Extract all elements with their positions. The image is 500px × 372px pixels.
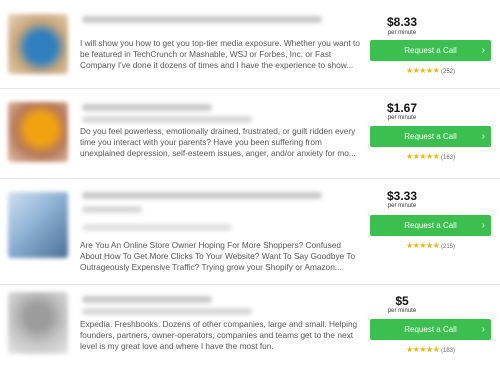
expert-subtitle-placeholder xyxy=(82,206,142,213)
expert-avatar[interactable] xyxy=(8,102,68,162)
chevron-right-icon: › xyxy=(481,324,485,335)
chevron-right-icon: › xyxy=(481,131,485,142)
request-call-button[interactable]: Request a Call › xyxy=(370,40,491,61)
expert-subtitle-placeholder xyxy=(82,116,252,123)
rating: ★★★★★ (252) xyxy=(370,66,491,75)
review-count: (183) xyxy=(441,348,456,354)
listing-row: Are You An Online Store Owner Hoping For… xyxy=(0,178,500,285)
chevron-right-icon: › xyxy=(481,220,485,231)
listing-row: I will show you how to get you top-tier … xyxy=(0,0,500,89)
price-unit: per minute xyxy=(387,203,417,209)
expert-tags-placeholder xyxy=(82,224,232,231)
expert-name-placeholder xyxy=(82,296,212,303)
review-count: (252) xyxy=(441,69,456,75)
price: $8.33 xyxy=(386,15,418,29)
listing-description: Expedia. Freshbooks. Dozens of other com… xyxy=(80,319,358,351)
request-call-label: Request a Call xyxy=(404,325,457,334)
listing-description: Are You An Online Store Owner Hoping For… xyxy=(80,240,356,272)
listing-row: Expedia. Freshbooks. Dozens of other com… xyxy=(0,284,500,372)
request-call-label: Request a Call xyxy=(404,46,457,55)
expert-avatar[interactable] xyxy=(8,192,68,258)
review-count: (163) xyxy=(441,155,456,161)
request-call-label: Request a Call xyxy=(404,221,457,230)
request-call-button[interactable]: Request a Call › xyxy=(370,319,491,340)
listing-description: I will show you how to get you top-tier … xyxy=(80,38,360,70)
review-count: (215) xyxy=(441,244,456,250)
request-call-button[interactable]: Request a Call › xyxy=(370,215,491,236)
chevron-right-icon: › xyxy=(481,45,485,56)
expert-avatar[interactable] xyxy=(8,14,68,74)
star-rating-icon: ★★★★★ xyxy=(405,66,440,75)
price: $1.67 xyxy=(386,101,418,115)
expert-name-placeholder xyxy=(82,104,212,111)
price-unit: per minute xyxy=(387,308,417,314)
rating: ★★★★★ (163) xyxy=(370,152,491,161)
expert-name-placeholder xyxy=(82,192,322,199)
star-rating-icon: ★★★★★ xyxy=(405,345,440,354)
expert-avatar[interactable] xyxy=(8,292,68,354)
expert-listing: I will show you how to get you top-tier … xyxy=(0,0,500,372)
expert-subtitle-placeholder xyxy=(82,308,252,315)
rating: ★★★★★ (215) xyxy=(370,241,491,250)
price: $5 xyxy=(395,294,409,308)
expert-name-placeholder xyxy=(82,16,322,23)
listing-row: Do you feel powerless, emotionally drain… xyxy=(0,88,500,179)
price-unit: per minute xyxy=(387,115,417,121)
star-rating-icon: ★★★★★ xyxy=(405,241,440,250)
price: $3.33 xyxy=(386,189,418,203)
rating: ★★★★★ (183) xyxy=(370,345,491,354)
request-call-button[interactable]: Request a Call › xyxy=(370,126,491,147)
request-call-label: Request a Call xyxy=(404,132,457,141)
price-unit: per minute xyxy=(387,30,417,36)
listing-description: Do you feel powerless, emotionally drain… xyxy=(80,126,356,158)
star-rating-icon: ★★★★★ xyxy=(405,152,440,161)
